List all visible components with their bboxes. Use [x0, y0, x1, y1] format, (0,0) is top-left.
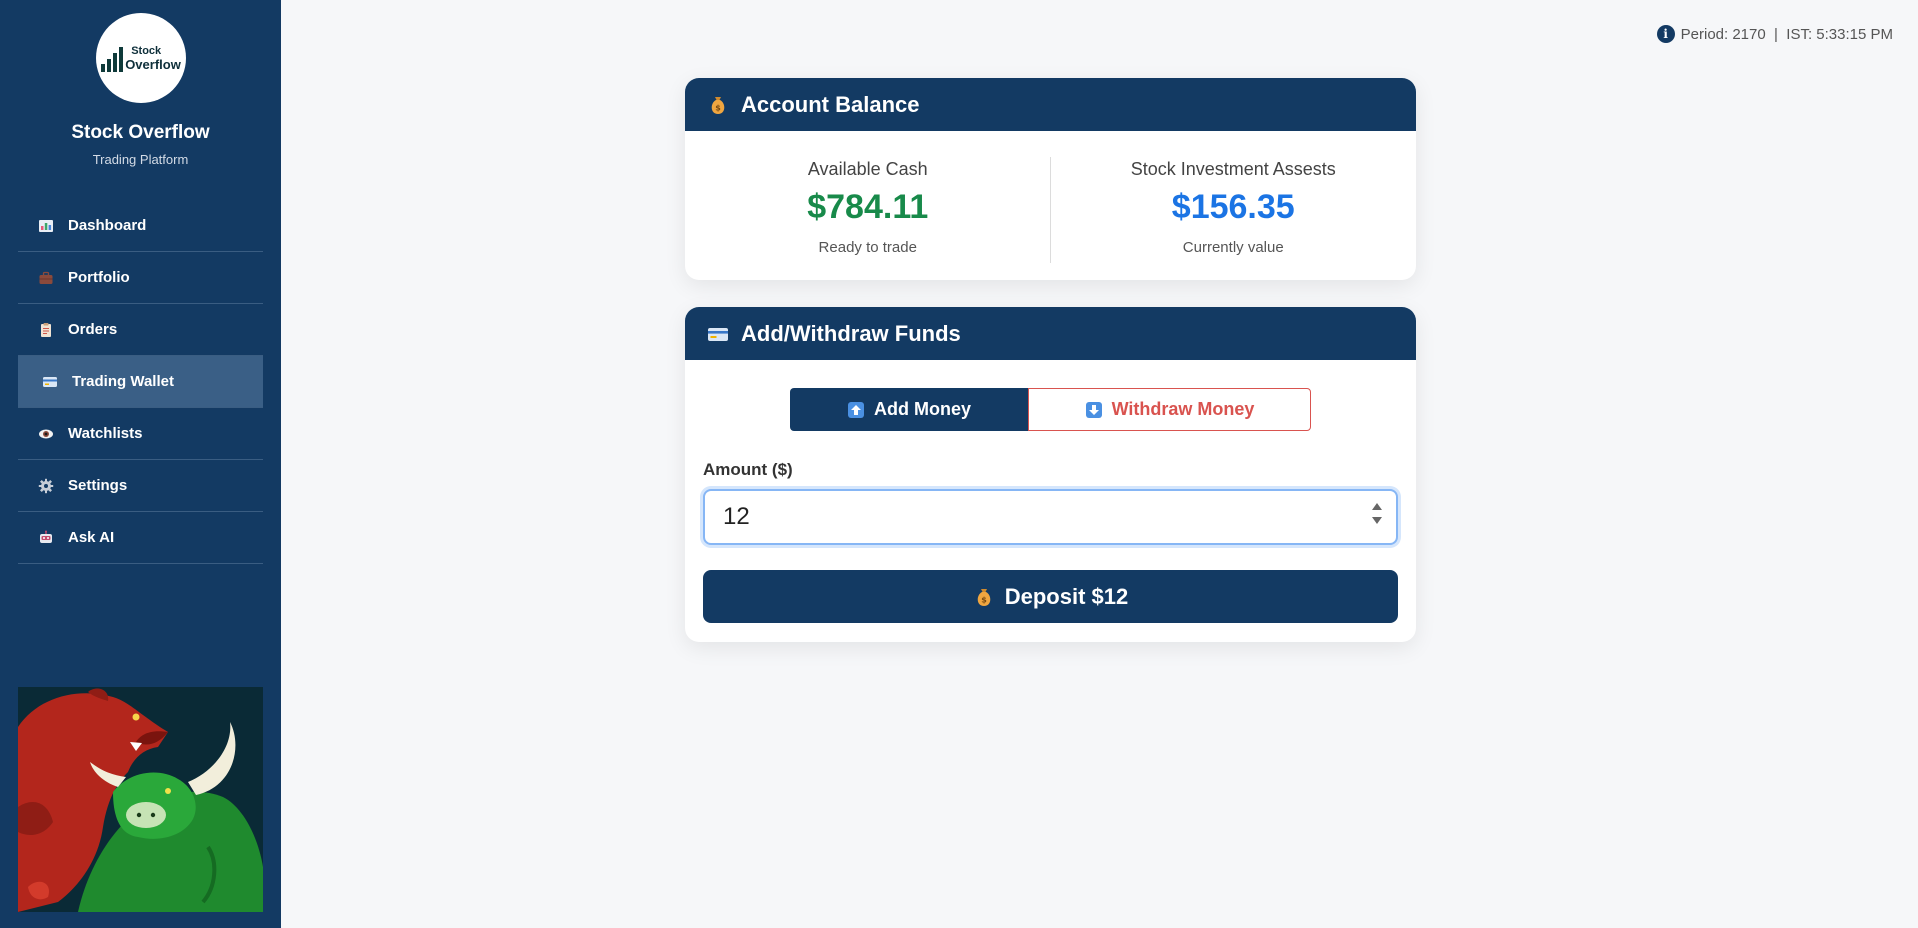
sidebar-item-settings[interactable]: Settings [18, 460, 263, 512]
account-balance-header: $ Account Balance [685, 78, 1416, 131]
available-cash-panel: Available Cash $784.11 Ready to trade [685, 131, 1051, 280]
logo[interactable]: Stock Overflow [96, 13, 186, 103]
sidebar-item-label: Dashboard [68, 217, 147, 234]
available-cash-label: Available Cash [807, 159, 928, 179]
investment-assets-label: Stock Investment Assests [1130, 159, 1336, 179]
sidebar-item-orders[interactable]: Orders [18, 304, 263, 356]
add-withdraw-funds-card: Add/Withdraw Funds Add Money Withdraw Mo… [685, 307, 1416, 642]
svg-text:$: $ [715, 103, 721, 112]
sidebar-item-label: Watchlists [68, 425, 143, 442]
investment-assets-value: $156.35 [1171, 188, 1295, 226]
available-cash-note: Ready to trade [818, 239, 917, 256]
available-cash-value: $784.11 [807, 188, 929, 226]
sidebar-item-dashboard[interactable]: Dashboard [18, 200, 263, 252]
period-time-text: Period: 2170 | IST: 5:33:15 PM [1680, 25, 1893, 43]
bar-chart-icon [38, 218, 54, 234]
amount-field [703, 489, 1398, 545]
card-title: Account Balance [741, 91, 920, 117]
decrement-arrow-icon[interactable] [1372, 517, 1382, 524]
sidebar-item-label: Portfolio [68, 269, 130, 286]
brand-subtitle: Trading Platform [92, 152, 189, 167]
withdraw-money-label: Withdraw Money [1111, 399, 1255, 419]
logo-text-line2: Overflow [125, 57, 181, 72]
sidebar-item-portfolio[interactable]: Portfolio [18, 252, 263, 304]
add-withdraw-toggle: Add Money Withdraw Money [790, 388, 1311, 431]
sidebar-item-label: Orders [68, 321, 118, 338]
down-arrow-icon [1085, 401, 1103, 419]
sidebar-item-watchlists[interactable]: Watchlists [18, 408, 263, 460]
sidebar-item-label: Ask AI [68, 529, 115, 546]
credit-card-icon [42, 374, 58, 390]
logo-mark: Stock Overflow [101, 44, 181, 72]
sidebar-nav: Dashboard Portfolio Orders Trading Walle… [18, 200, 263, 564]
logo-bars-icon [101, 44, 124, 72]
deposit-button-label: Deposit $12 [1004, 583, 1129, 609]
amount-stepper [1372, 503, 1382, 524]
amount-input[interactable] [705, 491, 1365, 543]
clipboard-icon [38, 322, 54, 338]
sidebar-item-ask-ai[interactable]: Ask AI [18, 512, 263, 564]
brand-name: Stock Overflow [71, 122, 210, 143]
sidebar: Stock Overflow Stock Overflow Trading Pl… [0, 0, 281, 928]
amount-label: Amount ($) [703, 460, 793, 479]
briefcase-icon [38, 270, 54, 286]
robot-icon [38, 530, 54, 546]
investment-assets-panel: Stock Investment Assests $156.35 Current… [1051, 131, 1417, 280]
gear-icon [38, 478, 54, 494]
up-arrow-icon [847, 401, 865, 419]
sidebar-item-label: Trading Wallet [72, 373, 174, 390]
add-money-label: Add Money [874, 399, 971, 419]
money-bag-icon: $ [973, 586, 995, 608]
sidebar-item-label: Settings [68, 477, 128, 494]
add-money-tab[interactable]: Add Money [790, 388, 1028, 431]
funds-header: Add/Withdraw Funds [685, 307, 1416, 360]
deposit-button[interactable]: $ Deposit $12 [703, 570, 1398, 623]
investment-assets-note: Currently value [1182, 239, 1284, 256]
eye-icon [38, 426, 54, 442]
credit-card-icon [707, 323, 729, 345]
withdraw-money-tab[interactable]: Withdraw Money [1028, 388, 1311, 431]
sidebar-item-trading-wallet[interactable]: Trading Wallet [18, 356, 263, 408]
account-balance-card: $ Account Balance Available Cash $784.11… [685, 78, 1416, 280]
period-status: i Period: 2170 | IST: 5:33:15 PM [1656, 25, 1893, 43]
increment-arrow-icon[interactable] [1372, 503, 1382, 510]
info-icon: i [1656, 25, 1675, 43]
money-bag-icon: $ [707, 94, 729, 116]
svg-text:$: $ [981, 595, 987, 604]
bull-bear-illustration [18, 687, 263, 912]
card-title: Add/Withdraw Funds [741, 320, 961, 346]
